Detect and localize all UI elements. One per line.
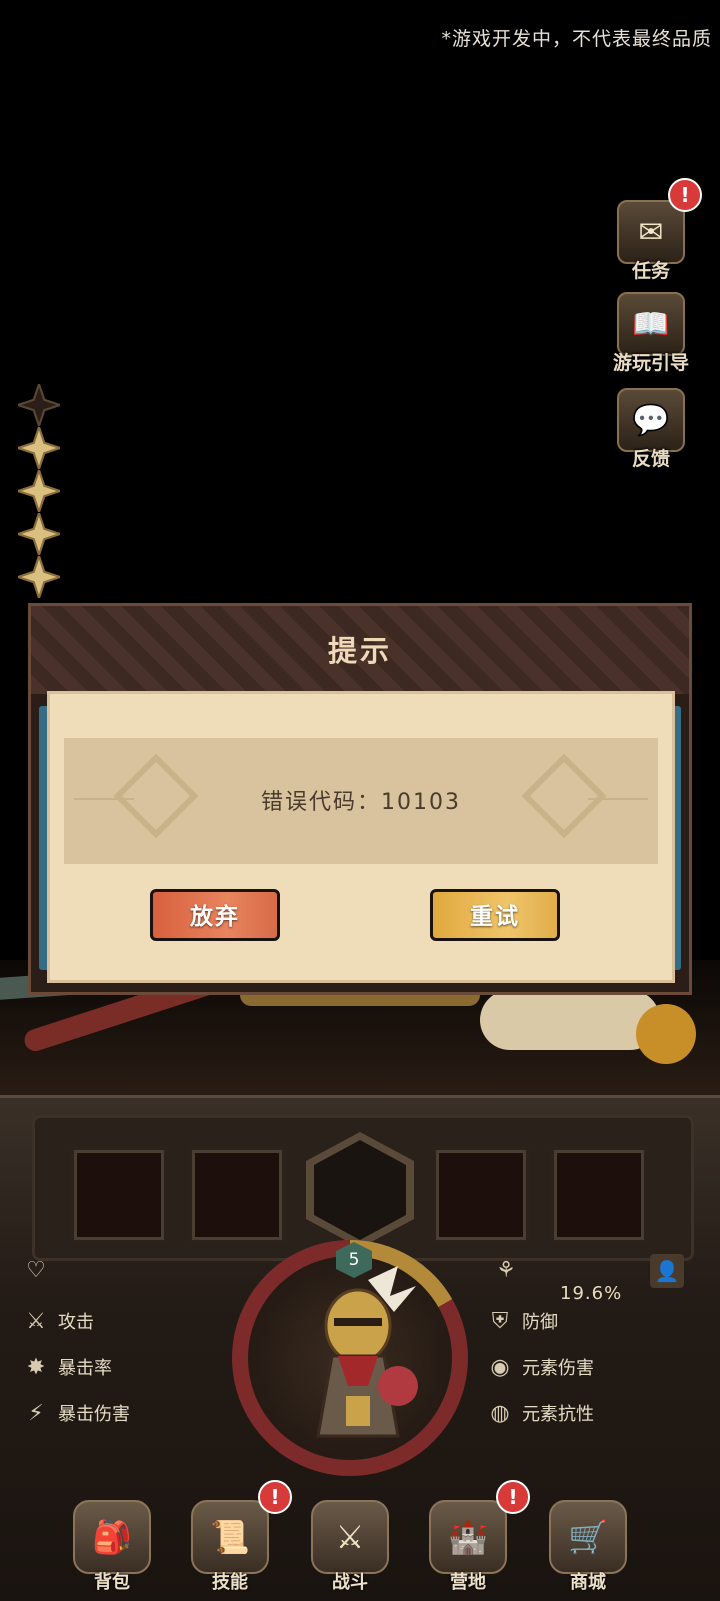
alert-badge: !	[258, 1480, 292, 1514]
nav-label: 营地	[450, 1572, 486, 1593]
retry-button[interactable]: 重试	[430, 889, 560, 941]
nav-label: 战斗	[332, 1572, 368, 1593]
error-message: 错误代码：10103	[261, 790, 461, 815]
star-filled-icon	[18, 556, 60, 598]
nav-backpack[interactable]: 🎒 背包	[64, 1500, 160, 1598]
stat-bar	[22, 1307, 222, 1335]
gauntlet-arm	[480, 990, 660, 1050]
star-empty-icon	[18, 384, 60, 426]
nav-skills[interactable]: 📜 技能 !	[182, 1480, 292, 1598]
stat-bar	[486, 1307, 686, 1335]
shop-icon: 🛒	[549, 1500, 627, 1574]
guide-book-icon: 📖	[617, 292, 685, 356]
abandon-button[interactable]: 放弃	[150, 889, 280, 941]
skill-book-icon: 📜	[191, 1500, 269, 1574]
stat-attack: ⚔ 攻击	[22, 1305, 222, 1337]
side-menu-label: 任务	[631, 260, 670, 282]
equipment-slot[interactable]	[550, 1146, 648, 1244]
heart-icon: ♡	[26, 1257, 46, 1283]
stat-elemental-resistance: ◍ 元素抗性	[486, 1397, 686, 1429]
crit-chance-value: 19.6%	[560, 1283, 623, 1304]
feedback-chat-icon: 💬	[617, 388, 685, 452]
stat-crit-damage: ⚡ 暴击伤害	[22, 1397, 222, 1429]
equipment-slot[interactable]	[70, 1146, 168, 1244]
gold-medal-icon	[636, 1004, 696, 1064]
dialog-body: 错误代码：10103 放弃 重试	[47, 691, 675, 983]
dev-notice: *游戏开发中，不代表最终品质	[441, 28, 712, 50]
attack-icon: ⚔	[26, 1308, 46, 1334]
camp-castle-icon: 🏰	[429, 1500, 507, 1574]
equipment-slot[interactable]	[188, 1146, 286, 1244]
nav-label: 技能	[212, 1572, 248, 1593]
side-menu-guide[interactable]: 📖 游玩引导	[606, 292, 696, 375]
element-resist-icon: ◍	[490, 1400, 510, 1426]
nav-label: 商城	[570, 1572, 606, 1593]
error-dialog: 提示 错误代码：10103 放弃 重试	[28, 603, 692, 995]
shield-icon: ⛨	[491, 1308, 509, 1334]
knight-avatar[interactable]	[248, 1256, 452, 1460]
star-filled-icon	[18, 427, 60, 469]
stat-elemental-damage: ◉ 元素伤害	[486, 1351, 686, 1383]
alert-badge: !	[668, 178, 702, 212]
battle-icon: ⚔	[311, 1500, 389, 1574]
side-menu-label: 游玩引导	[612, 352, 689, 374]
profile-icon[interactable]: 👤	[650, 1254, 684, 1288]
stat-label: 暴击率	[58, 1358, 112, 1379]
nav-battle[interactable]: ⚔ 战斗	[302, 1500, 398, 1598]
nav-camp[interactable]: 🏰 营地 !	[420, 1480, 530, 1598]
backpack-icon: 🎒	[73, 1500, 151, 1574]
tree-icon: ⚘	[496, 1257, 516, 1283]
stat-label: 防御	[522, 1312, 558, 1333]
crit-rate-icon: ✸	[26, 1354, 46, 1380]
stat-crit-rate: ✸ 暴击率	[22, 1351, 222, 1383]
quest-scroll-icon: ✉	[617, 200, 685, 264]
stat-label: 攻击	[58, 1312, 94, 1333]
side-menu-quest[interactable]: ✉ 任务 !	[606, 178, 702, 283]
alert-badge: !	[496, 1480, 530, 1514]
message-bar: 错误代码：10103	[64, 738, 658, 864]
star-filled-icon	[18, 513, 60, 555]
knight-portrait	[316, 1266, 418, 1438]
crit-damage-icon: ⚡	[28, 1400, 44, 1426]
element-swirl-icon: ◉	[490, 1354, 510, 1380]
nav-shop[interactable]: 🛒 商城	[540, 1500, 636, 1598]
stat-label: 暴击伤害	[58, 1404, 130, 1425]
dialog-title: 提示	[327, 634, 392, 668]
equipment-slot[interactable]	[432, 1146, 530, 1244]
side-menu-feedback[interactable]: 💬 反馈	[606, 388, 696, 471]
stat-label: 元素抗性	[522, 1404, 594, 1425]
stat-bar	[22, 1353, 222, 1381]
hp-row: ♡	[22, 1254, 242, 1286]
side-menu-label: 反馈	[631, 448, 670, 470]
stat-label: 元素伤害	[522, 1358, 594, 1379]
nav-label: 背包	[94, 1572, 130, 1593]
star-filled-icon	[18, 470, 60, 512]
stat-defense: ⛨ 防御	[486, 1305, 686, 1337]
crit-chance-row: ⚘	[462, 1254, 642, 1286]
